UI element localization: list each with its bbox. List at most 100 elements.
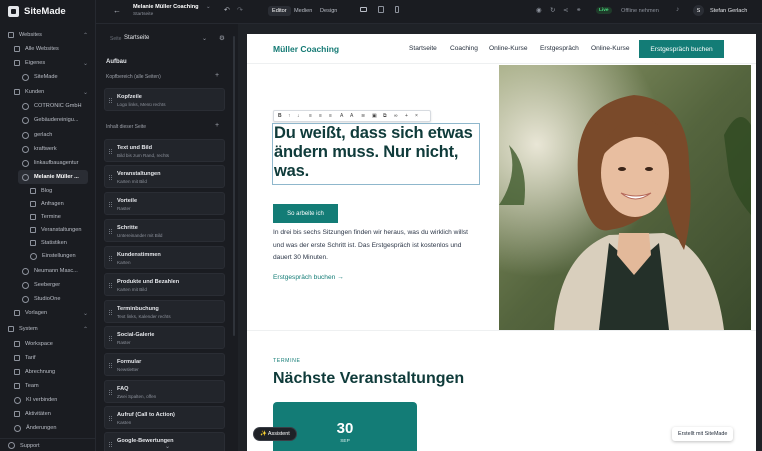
user-avatar[interactable]: S bbox=[693, 5, 704, 16]
add-header-block-icon[interactable]: + bbox=[215, 72, 219, 79]
nav-item-client[interactable]: linkaufbauagentur bbox=[0, 156, 96, 170]
nav-item-client[interactable]: Seeberger bbox=[0, 278, 96, 292]
nav-item-all-websites[interactable]: Alle Websites bbox=[0, 42, 96, 56]
site-menu-item[interactable]: Online-Kurse bbox=[591, 45, 629, 52]
nav-item-activity[interactable]: Aktivitäten bbox=[0, 407, 96, 421]
chevron-down-icon[interactable]: ⌄ bbox=[206, 4, 211, 10]
back-icon[interactable]: ← bbox=[113, 6, 121, 15]
block-card[interactable]: Social-Galerie Raster bbox=[104, 326, 225, 349]
page-select[interactable]: Startseite bbox=[124, 35, 149, 41]
drag-handle-icon[interactable] bbox=[109, 202, 112, 207]
site-menu-item[interactable]: Online-Kurse bbox=[489, 45, 527, 52]
bell-icon[interactable]: ♪ bbox=[676, 6, 679, 13]
site-logo[interactable]: Müller Coaching bbox=[273, 44, 339, 54]
drag-handle-icon[interactable] bbox=[109, 149, 112, 154]
block-card[interactable]: Aufruf (Call to Action) Kasten bbox=[104, 406, 225, 429]
nav-group-templates[interactable]: Vorlagen ⌄ bbox=[0, 306, 96, 320]
tab-media[interactable]: Medien bbox=[294, 8, 312, 14]
drag-handle-icon[interactable] bbox=[109, 98, 112, 103]
block-card[interactable]: Veranstaltungen Karten mit Bild bbox=[104, 165, 225, 188]
nav-subitem-settings[interactable]: Einstellungen bbox=[0, 249, 96, 263]
drag-handle-icon[interactable] bbox=[109, 390, 112, 395]
site-cta-button[interactable]: Erstgespräch buchen bbox=[639, 40, 724, 58]
desktop-view-icon[interactable] bbox=[360, 7, 367, 12]
block-card[interactable]: Formular Newsletter bbox=[104, 353, 225, 376]
made-with-badge[interactable]: Erstellt mit SiteMade bbox=[672, 427, 734, 441]
drag-handle-icon[interactable] bbox=[109, 442, 112, 447]
text-color-icon[interactable]: ≋ bbox=[361, 113, 365, 119]
share-icon[interactable]: ⋖ bbox=[563, 6, 568, 14]
events-heading[interactable]: Nächste Veranstaltungen bbox=[273, 370, 464, 388]
nav-section-websites[interactable]: Websites ⌃ bbox=[0, 28, 96, 42]
nav-subitem-statistics[interactable]: Statistiken bbox=[0, 236, 96, 250]
nav-item-support[interactable]: Support bbox=[0, 438, 96, 451]
chevron-down-icon[interactable]: ⌄ bbox=[202, 35, 207, 42]
nav-item-client[interactable]: Gebäudereinigu... bbox=[0, 113, 96, 127]
offline-button[interactable]: Offline nehmen bbox=[621, 8, 659, 14]
align-right-icon[interactable]: ≡ bbox=[329, 113, 332, 119]
nav-item-ai[interactable]: KI verbinden bbox=[0, 393, 96, 407]
nav-subitem-appointments[interactable]: Termine bbox=[0, 210, 96, 224]
nav-item-team[interactable]: Team bbox=[0, 379, 96, 393]
assistant-button[interactable]: ✨ Assistent bbox=[253, 427, 297, 441]
block-card-header[interactable]: Kopfzeile Logo links, Menü rechts bbox=[104, 88, 225, 111]
user-name[interactable]: Stefan Gerlach bbox=[710, 8, 747, 14]
link-icon[interactable]: ∞ bbox=[394, 113, 398, 119]
block-card[interactable]: Terminbuchung Text links, Kalender rechts bbox=[104, 300, 225, 323]
eye-icon[interactable]: ◉ bbox=[536, 6, 542, 14]
add-content-block-icon[interactable]: + bbox=[215, 122, 219, 129]
brand[interactable]: SiteMade bbox=[8, 6, 66, 17]
copy-icon[interactable]: ⧉ bbox=[383, 113, 387, 119]
text-style-icon[interactable]: A bbox=[350, 113, 353, 119]
drag-handle-icon[interactable] bbox=[109, 310, 112, 315]
drag-handle-icon[interactable] bbox=[109, 336, 112, 341]
nav-subitem-blog[interactable]: Blog bbox=[0, 184, 96, 198]
block-card[interactable]: Vorteile Raster bbox=[104, 192, 225, 215]
align-center-icon[interactable]: ≡ bbox=[319, 113, 322, 119]
block-card[interactable]: Text und Bild Bild bis zum Rand, rechts bbox=[104, 139, 225, 162]
nav-item-client[interactable]: Neumann Masc... bbox=[0, 264, 96, 278]
drag-handle-icon[interactable] bbox=[109, 363, 112, 368]
hero-text[interactable]: In drei bis sechs Sitzungen finden wir h… bbox=[273, 227, 473, 265]
settings-sliders-icon[interactable]: ⚙ bbox=[219, 34, 225, 42]
arrow-up-icon[interactable]: ↑ bbox=[288, 113, 291, 119]
arrow-down-icon[interactable]: ↓ bbox=[297, 113, 300, 119]
nav-group-own[interactable]: Eigenes ⌄ bbox=[0, 56, 96, 70]
align-left-icon[interactable]: ≡ bbox=[309, 113, 312, 119]
panel-scrollbar[interactable] bbox=[233, 36, 235, 336]
redo-icon[interactable]: ↷ bbox=[237, 6, 243, 14]
text-size-icon[interactable]: A bbox=[340, 113, 343, 119]
tab-design[interactable]: Design bbox=[320, 8, 337, 14]
nav-item-billing[interactable]: Abrechnung bbox=[0, 365, 96, 379]
nav-item-workspace[interactable]: Workspace bbox=[0, 337, 96, 351]
nav-group-clients[interactable]: Kunden ⌄ bbox=[0, 85, 96, 99]
add-icon[interactable]: + bbox=[405, 113, 408, 119]
history-icon[interactable]: ↻ bbox=[550, 6, 555, 14]
link-icon[interactable]: ⚭ bbox=[576, 6, 581, 14]
drag-handle-icon[interactable] bbox=[109, 256, 112, 261]
hero-link[interactable]: Erstgespräch buchen → bbox=[273, 274, 344, 281]
hero-button[interactable]: So arbeite ich bbox=[273, 204, 338, 223]
chevron-down-icon[interactable]: ⌄ bbox=[165, 443, 170, 450]
bold-icon[interactable]: B bbox=[278, 113, 282, 119]
image-icon[interactable]: ▣ bbox=[372, 113, 377, 119]
nav-section-system[interactable]: System ⌃ bbox=[0, 322, 96, 336]
drag-handle-icon[interactable] bbox=[109, 175, 112, 180]
site-menu-item[interactable]: Erstgespräch bbox=[540, 45, 579, 52]
section-eyebrow[interactable]: TERMINE bbox=[273, 358, 301, 364]
drag-handle-icon[interactable] bbox=[109, 229, 112, 234]
tab-editor[interactable]: Editor bbox=[268, 6, 291, 16]
block-card[interactable]: FAQ Zwei Spalten, offen bbox=[104, 380, 225, 403]
block-card[interactable]: Schritte Untereinander mit Bild bbox=[104, 219, 225, 242]
nav-item-changes[interactable]: Änderungen bbox=[0, 421, 96, 435]
undo-icon[interactable]: ↶ bbox=[224, 6, 230, 14]
nav-item-plan[interactable]: Tarif bbox=[0, 351, 96, 365]
block-card[interactable]: Produkte und Bezahlen Karten mit Bild bbox=[104, 273, 225, 296]
nav-item-client[interactable]: gerlach bbox=[0, 128, 96, 142]
drag-handle-icon[interactable] bbox=[109, 416, 112, 421]
hero-title[interactable]: Du weißt, dass sich etwas ändern muss. N… bbox=[274, 124, 479, 181]
close-icon[interactable]: × bbox=[415, 113, 418, 119]
nav-item-client[interactable]: COTRONIC GmbH bbox=[0, 99, 96, 113]
site-menu-item[interactable]: Coaching bbox=[450, 45, 478, 52]
mobile-view-icon[interactable] bbox=[395, 6, 399, 13]
